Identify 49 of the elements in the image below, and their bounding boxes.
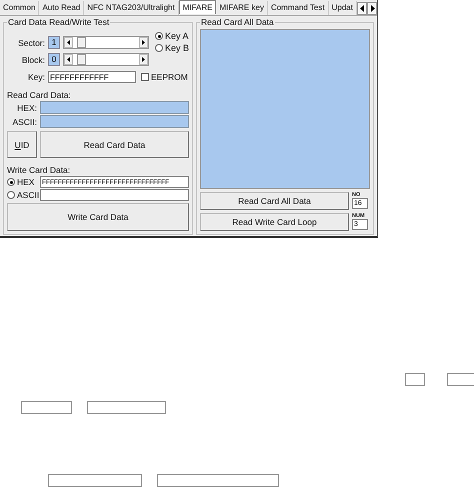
tab[interactable]: Auto Read — [39, 1, 84, 15]
empty-box — [21, 401, 72, 414]
write-card-data-button[interactable]: Write Card Data — [7, 203, 190, 231]
tab[interactable]: Common — [0, 1, 40, 15]
value-field: 0 — [48, 53, 60, 66]
scroll-right-button[interactable] — [367, 2, 377, 15]
slider-label: Block: — [20, 54, 45, 64]
ascii-data-field[interactable] — [40, 115, 190, 128]
right-arrow-icon[interactable] — [142, 40, 145, 45]
eeprom-checkbox[interactable]: EEPROM — [141, 72, 188, 82]
radio-label: HEX — [17, 177, 34, 187]
read-write-loop-button[interactable]: Read Write Card Loop — [200, 213, 349, 231]
tab[interactable]: MIFARE key — [216, 1, 268, 15]
radio-button[interactable] — [7, 178, 15, 186]
tab[interactable]: MIFARE — [178, 0, 216, 14]
right-arrow-icon — [370, 5, 374, 12]
group-title: Read Card All Data — [200, 17, 275, 27]
group-title: Card Data Read/Write Test — [7, 17, 110, 27]
radio-button[interactable] — [155, 32, 163, 40]
value-field: 1 — [48, 36, 60, 49]
scroll-slider[interactable] — [63, 36, 149, 49]
slider-label: Sector: — [17, 38, 45, 48]
section-title: Read Card Data: — [7, 90, 72, 100]
radio-label: Key A — [165, 31, 189, 41]
right-arrow-icon[interactable] — [142, 57, 145, 62]
section-title: Write Card Data: — [7, 165, 72, 175]
hex-data-field[interactable] — [40, 101, 190, 114]
radio-label: ASCII — [17, 190, 40, 200]
empty-box — [405, 373, 425, 386]
hex-label: HEX: — [16, 102, 37, 112]
left-arrow-icon — [360, 5, 364, 12]
slider-thumb[interactable] — [76, 37, 86, 48]
key-field[interactable]: FFFFFFFFFFFF — [48, 71, 136, 83]
empty-box — [447, 373, 474, 386]
radio-button[interactable] — [155, 44, 163, 52]
ascii-label: ASCII: — [11, 116, 37, 126]
slider-thumb[interactable] — [76, 54, 86, 65]
read-card-data-button[interactable]: Read Card Data — [40, 131, 190, 158]
radio-button[interactable] — [7, 191, 15, 199]
tab[interactable]: Command Test — [268, 1, 329, 15]
left-arrow-icon[interactable] — [67, 57, 70, 62]
scroll-slider[interactable] — [63, 53, 149, 66]
scroll-left-button[interactable] — [357, 2, 367, 15]
radio-label: Key B — [165, 43, 190, 53]
left-arrow-icon[interactable] — [67, 40, 70, 45]
uid-button[interactable]: UID — [7, 131, 37, 158]
write-data-field[interactable] — [40, 189, 190, 201]
key-label: Key: — [26, 72, 45, 82]
read-card-all-data-button[interactable]: Read Card All Data — [200, 192, 349, 210]
